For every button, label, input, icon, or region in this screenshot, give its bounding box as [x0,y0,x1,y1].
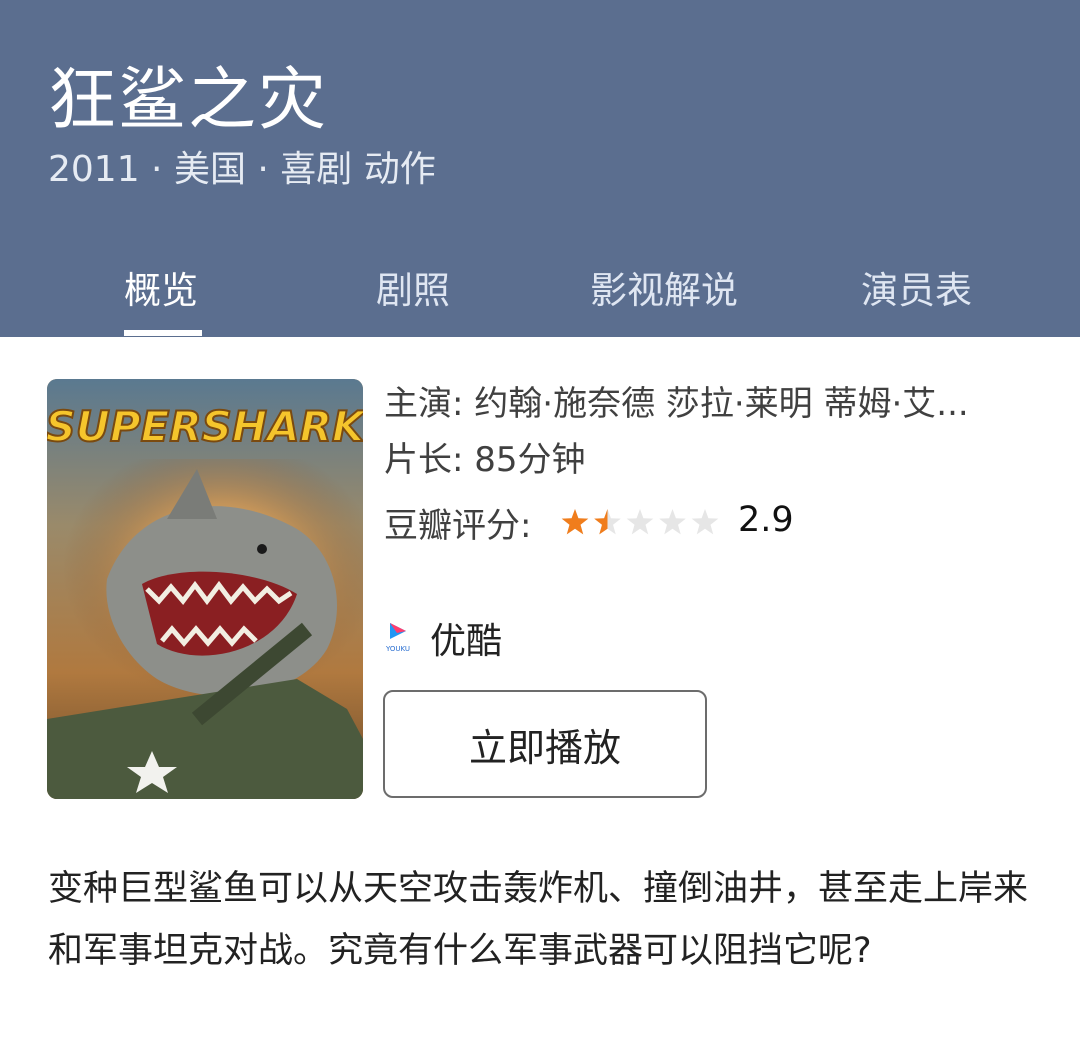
play-now-button[interactable]: 立即播放 [383,690,707,798]
poster-title-text: SUPERSHARK [47,402,363,451]
movie-poster[interactable]: SUPERSHARK [47,379,363,799]
page-title: 狂鲨之灾 [48,61,329,140]
duration-line: 片长: 85分钟 [384,440,586,480]
rating-stars [561,509,719,535]
tab-cast[interactable]: 演员表 [861,260,972,314]
tab-commentary[interactable]: 影视解说 [590,260,738,314]
tab-overview[interactable]: 概览 [124,260,198,314]
youku-logo-caption: YOUKU [385,645,410,653]
star-empty-icon [691,509,719,535]
star-empty-icon [659,509,686,535]
tab-stills[interactable]: 剧照 [376,260,450,314]
youku-logo-icon: YOUKU [385,623,410,653]
tab-bar: 概览 剧照 影视解说 演员表 [0,250,1080,337]
provider-name[interactable]: 优酷 [430,612,502,664]
cast-line: 主演: 约翰·施奈德 莎拉·莱明 蒂姆·艾... [384,384,969,424]
active-tab-indicator [124,330,202,336]
star-empty-icon [626,509,654,535]
movie-meta: 2011 · 美国 · 喜剧 动作 [48,149,436,190]
star-filled-icon [561,509,589,535]
rating-value: 2.9 [738,500,794,540]
rating-label: 豆瓣评分: [384,506,532,546]
movie-description: 变种巨型鲨鱼可以从天空攻击轰炸机、撞倒油井，甚至走上岸来和军事坦克对战。究竟有什… [48,869,1029,971]
poster-art: SUPERSHARK [47,379,363,799]
